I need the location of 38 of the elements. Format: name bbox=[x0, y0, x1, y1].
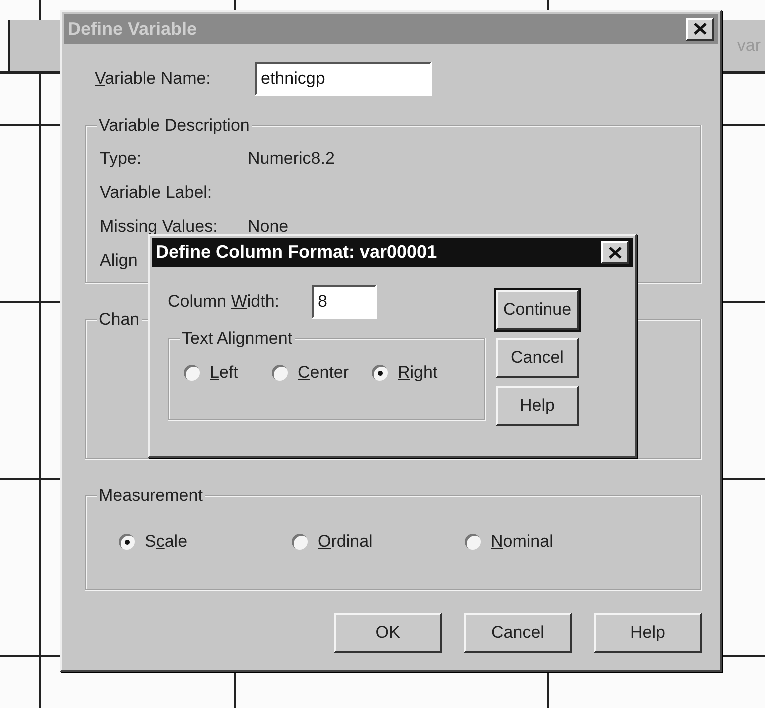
description-label: Variable Label: bbox=[100, 183, 212, 203]
radio-button[interactable] bbox=[184, 365, 200, 381]
description-label: Type: bbox=[100, 149, 142, 169]
window-title: Define Variable bbox=[68, 18, 198, 40]
column-width-field[interactable]: 8 bbox=[312, 285, 377, 319]
radio-label: Nominal bbox=[491, 532, 554, 552]
group-title: Variable Description bbox=[98, 116, 251, 136]
description-value: Numeric8.2 bbox=[248, 149, 335, 169]
close-button[interactable] bbox=[601, 241, 629, 264]
radio-button[interactable] bbox=[465, 534, 481, 550]
field-label: Column Width: bbox=[168, 292, 280, 312]
variable-name-field[interactable]: ethnicgp bbox=[255, 62, 432, 96]
radio-button[interactable] bbox=[372, 365, 388, 381]
radio-button[interactable] bbox=[119, 534, 135, 550]
description-label: Missing Values: bbox=[100, 217, 218, 237]
window-title: Define Column Format: var00001 bbox=[156, 242, 438, 263]
radio-label: Center bbox=[298, 363, 350, 383]
radio-label: Scale bbox=[145, 532, 188, 552]
dialog-button[interactable]: OK bbox=[334, 613, 442, 653]
radio-label: Right bbox=[398, 363, 438, 383]
dialog-button[interactable]: Help bbox=[496, 386, 579, 426]
group-title: Measurement bbox=[98, 486, 204, 506]
dialog-button[interactable]: Continue bbox=[496, 290, 579, 330]
dialog-button[interactable]: Help bbox=[594, 613, 702, 653]
description-value: None bbox=[248, 217, 289, 237]
radio-label: Ordinal bbox=[318, 532, 373, 552]
radio-button[interactable] bbox=[292, 534, 308, 550]
description-label: Align bbox=[100, 251, 138, 271]
dialog-button[interactable]: Cancel bbox=[496, 338, 579, 378]
dialog-button[interactable]: Cancel bbox=[464, 613, 572, 653]
radio-button[interactable] bbox=[272, 365, 288, 381]
radio-label: Left bbox=[210, 363, 238, 383]
close-button[interactable] bbox=[686, 18, 714, 40]
close-icon bbox=[608, 246, 622, 258]
group-title: Chan bbox=[98, 310, 141, 330]
close-icon bbox=[694, 23, 706, 35]
group-title: Text Alignment bbox=[181, 329, 294, 349]
field-label: Variable Name: bbox=[94, 69, 212, 89]
